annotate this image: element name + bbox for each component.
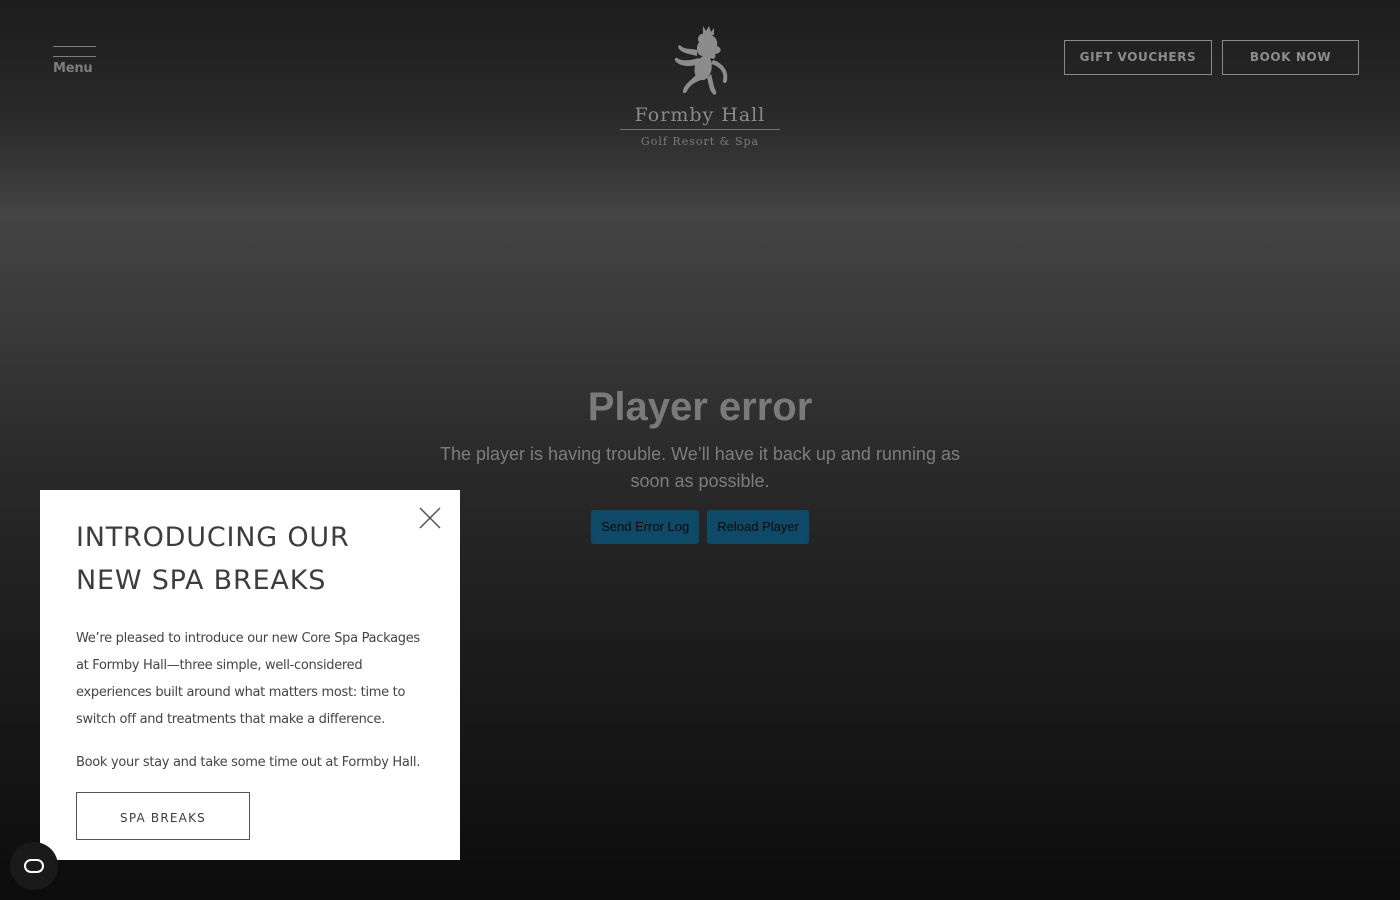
spa-breaks-button[interactable]: SPA BREAKS (76, 792, 250, 840)
player-error-actions: Send Error Log Reload Player (400, 510, 1000, 544)
player-error-message: The player is having trouble. We’ll have… (440, 444, 960, 491)
logo-tagline: Golf Resort & Spa (640, 135, 760, 148)
lion-crest-icon (674, 26, 728, 95)
menu-label: Menu (53, 61, 93, 76)
formby-hall-logo[interactable]: Formby Hall Golf Resort & Spa (620, 24, 780, 148)
logo-divider (620, 129, 780, 130)
book-now-button[interactable]: BOOK NOW (1222, 40, 1359, 75)
player-error-title: Player error (587, 385, 813, 429)
popup-body-secondary: Book your stay and take some time out at… (76, 755, 421, 770)
close-icon[interactable] (418, 506, 442, 530)
menu-button[interactable]: Menu (53, 46, 97, 76)
popup-body: We’re pleased to introduce our new Core … (76, 631, 420, 727)
spa-breaks-popup: INTRODUCING OUR NEW SPA BREAKS We’re ple… (40, 490, 460, 860)
logo-name: Formby Hall (634, 104, 766, 126)
hamburger-icon-line (53, 46, 96, 47)
player-error-panel: Player error The player is having troubl… (400, 380, 1000, 544)
reload-player-button[interactable]: Reload Player (707, 510, 809, 544)
accessibility-icon[interactable] (10, 842, 58, 890)
send-error-log-button[interactable]: Send Error Log (591, 510, 700, 544)
hamburger-icon-line (53, 56, 96, 57)
gift-vouchers-button[interactable]: GIFT VOUCHERS (1064, 40, 1212, 75)
popup-heading: INTRODUCING OUR NEW SPA BREAKS (76, 522, 350, 596)
